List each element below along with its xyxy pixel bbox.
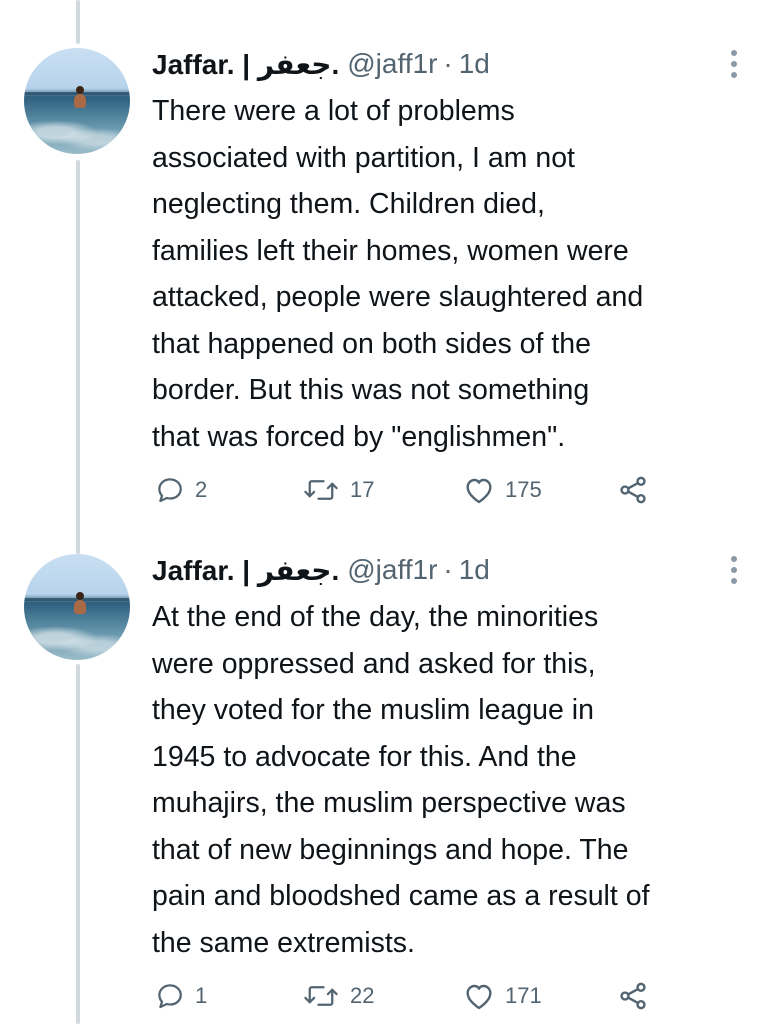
reply-count: 1 (195, 983, 208, 1008)
like-button[interactable]: 171 (463, 978, 542, 1014)
share-icon (620, 476, 646, 504)
share-button[interactable] (617, 978, 649, 1014)
tweet-text: There were a lot of problems associated … (152, 95, 644, 453)
reply-icon (158, 984, 182, 1009)
avatar-waves (24, 624, 130, 660)
tweet-timestamp[interactable]: 1d (459, 48, 490, 80)
retweet-button[interactable]: 22 (302, 978, 374, 1014)
share-icon (620, 982, 646, 1010)
reply-button[interactable]: 2 (155, 472, 207, 508)
retweet-icon (304, 480, 338, 500)
tweet-actions: 1 22 171 (155, 978, 675, 1014)
heart-icon (466, 478, 492, 504)
avatar-waves (24, 118, 130, 154)
avatar[interactable] (24, 554, 130, 660)
tweet-header: Jaffar. | جعفر. @jaff1r · 1d (152, 550, 490, 590)
author-handle[interactable]: @jaff1r (347, 554, 437, 586)
tweet-1[interactable]: Jaffar. | جعفر. @jaff1r · 1d There were … (0, 0, 774, 504)
tweet-actions: 2 17 175 (155, 472, 675, 508)
more-options-icon[interactable] (722, 50, 746, 78)
avatar-person (74, 86, 86, 108)
like-button[interactable]: 175 (463, 472, 542, 508)
tweet-timestamp[interactable]: 1d (459, 554, 490, 586)
retweet-icon (304, 986, 338, 1006)
tweet-2[interactable]: Jaffar. | جعفر. @jaff1r · 1d At the end … (0, 506, 774, 1010)
author-name[interactable]: Jaffar. | جعفر. (152, 48, 339, 81)
share-button[interactable] (617, 472, 649, 508)
retweet-button[interactable]: 17 (302, 472, 374, 508)
heart-icon (466, 984, 492, 1010)
avatar-person (74, 592, 86, 614)
author-handle[interactable]: @jaff1r (347, 48, 437, 80)
avatar[interactable] (24, 48, 130, 154)
tweet-text: At the end of the day, the minorities we… (152, 601, 650, 959)
like-count: 175 (505, 477, 542, 502)
meta-separator: · (443, 554, 453, 585)
retweet-count: 17 (350, 477, 375, 502)
reply-button[interactable]: 1 (155, 978, 207, 1014)
reply-count: 2 (195, 477, 208, 502)
retweet-count: 22 (350, 983, 375, 1008)
meta-separator: · (443, 48, 453, 79)
author-name[interactable]: Jaffar. | جعفر. (152, 554, 339, 587)
tweet-header: Jaffar. | جعفر. @jaff1r · 1d (152, 44, 490, 84)
like-count: 171 (505, 983, 542, 1008)
reply-icon (158, 478, 182, 503)
more-options-icon[interactable] (722, 556, 746, 584)
